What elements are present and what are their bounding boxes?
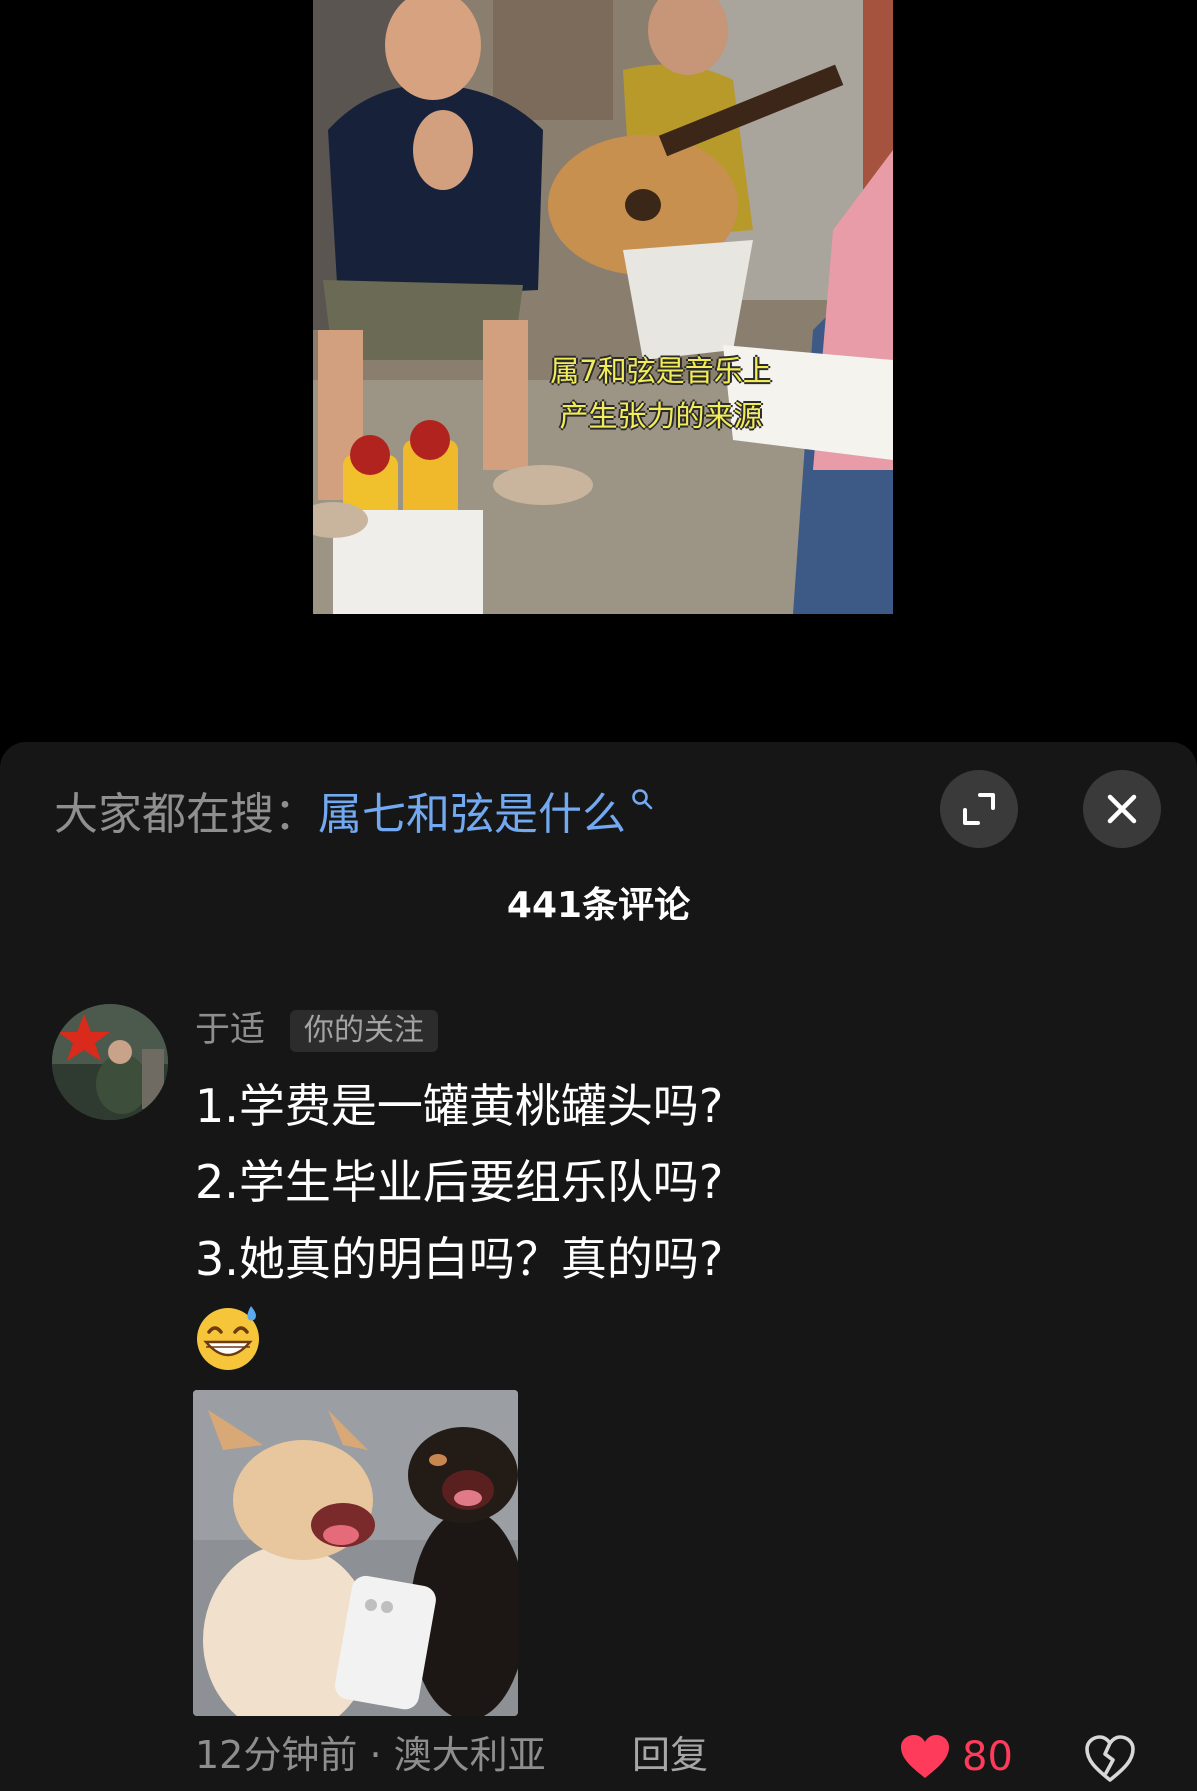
avatar[interactable] [52,1004,168,1120]
expand-icon [963,793,995,825]
comment-meta: 12分钟前 · 澳大利亚 [195,1728,546,1782]
following-badge: 你的关注 [290,1010,438,1052]
like-count: 80 [962,1734,1013,1780]
close-button[interactable] [1083,770,1161,848]
comment-text-line-2: 2.学生毕业后要组乐队吗? [195,1155,724,1209]
video-frame[interactable]: 属7和弦是音乐上 产生张力的来源 [313,0,893,614]
comment-username[interactable]: 于适 [195,1006,265,1054]
search-suggestion[interactable]: 大家都在搜：属七和弦是什么 [54,785,654,845]
comment-image[interactable] [193,1390,518,1716]
avatar-image [52,1004,168,1120]
close-icon [1107,794,1137,824]
comment-text-line-3: 3.她真的明白吗？真的吗? [195,1232,724,1286]
expand-button[interactable] [940,770,1018,848]
like-button[interactable]: 80 [900,1730,1013,1784]
video-subtitle-line-2: 产生张力的来源 [559,399,763,433]
search-suggestion-query[interactable]: 属七和弦是什么 [318,789,626,840]
video-subtitle-line-1: 属7和弦是音乐上 [550,354,772,388]
video-player[interactable]: 属7和弦是音乐上 产生张力的来源 [0,0,1197,742]
comment-time: 12分钟前 [195,1733,358,1777]
reply-button[interactable]: 回复 [632,1728,708,1782]
sweat-grin-emoji-icon [197,1306,259,1370]
comment-count: 441条评论 [506,885,691,926]
video-thumbnail [313,0,893,614]
search-icon [632,789,653,810]
comments-sheet: 大家都在搜：属七和弦是什么 441条评论 于适 你的关注 1.学费是一罐黄桃罐头… [0,742,1197,1791]
broken-heart-icon[interactable] [1084,1733,1136,1785]
comment-location: 澳大利亚 [393,1733,546,1777]
meta-separator: · [369,1733,382,1777]
heart-icon [901,1735,949,1778]
laughing-dogs-image [193,1390,518,1716]
comment-text-line-1: 1.学费是一罐黄桃罐头吗? [195,1079,724,1133]
search-suggestion-prefix: 大家都在搜： [54,789,318,840]
